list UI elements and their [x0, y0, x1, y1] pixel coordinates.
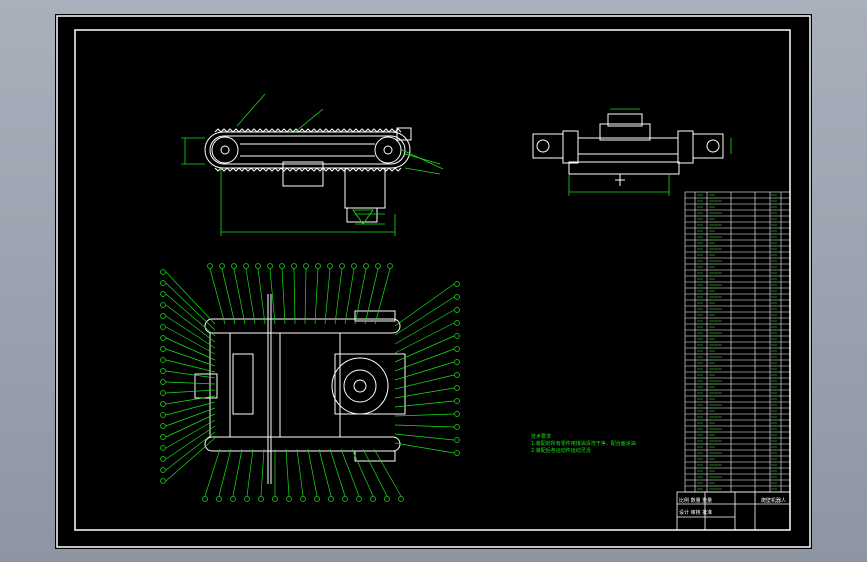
balloon-right	[454, 294, 460, 300]
balloon-left	[160, 379, 166, 385]
balloon-top	[327, 263, 333, 269]
balloon-bottom	[328, 496, 334, 502]
notes-line-2: 2.装配后各运动件运动灵活	[531, 447, 591, 454]
balloon-right	[454, 307, 460, 313]
balloon-right	[454, 424, 460, 430]
balloon-left	[160, 357, 166, 363]
balloon-top	[363, 263, 369, 269]
balloon-top	[351, 263, 357, 269]
assembly-drawing: 技术要求 1.装配前所有零件用煤油清洗干净，配合面涂油 2.装配后各运动件运动灵…	[56, 15, 811, 548]
balloon-left	[160, 280, 166, 286]
balloon-bottom	[258, 496, 264, 502]
part-balloons	[160, 263, 460, 502]
balloon-right	[454, 398, 460, 404]
balloon-top	[387, 263, 393, 269]
balloon-top	[231, 263, 237, 269]
balloon-right	[454, 372, 460, 378]
balloon-left	[160, 291, 166, 297]
balloon-left	[160, 445, 166, 451]
balloon-bottom	[286, 496, 292, 502]
balloon-top	[255, 263, 261, 269]
balloon-top	[243, 263, 249, 269]
balloon-left	[160, 335, 166, 341]
balloon-left	[160, 368, 166, 374]
signoff-row: 设计 审核 批准	[679, 509, 712, 516]
balloon-left	[160, 412, 166, 418]
balloon-top	[207, 263, 213, 269]
balloon-right	[454, 385, 460, 391]
balloon-right	[454, 346, 460, 352]
balloon-left	[160, 269, 166, 275]
balloon-bottom	[230, 496, 236, 502]
balloon-left	[160, 346, 166, 352]
balloon-top	[303, 263, 309, 269]
balloon-right	[454, 320, 460, 326]
balloon-right	[454, 333, 460, 339]
balloon-top	[375, 263, 381, 269]
drawing-title: 爬壁机器人	[761, 497, 786, 504]
balloon-top	[339, 263, 345, 269]
balloon-left	[160, 456, 166, 462]
balloon-right	[454, 281, 460, 287]
balloon-left	[160, 401, 166, 407]
drawing-border	[74, 29, 791, 531]
balloon-bottom	[356, 496, 362, 502]
balloon-left	[160, 478, 166, 484]
balloon-bottom	[384, 496, 390, 502]
side-view	[204, 127, 412, 223]
technical-notes: 技术要求 1.装配前所有零件用煤油清洗干净，配合面涂油 2.装配后各运动件运动灵…	[531, 433, 636, 454]
balloon-right	[454, 450, 460, 456]
balloon-left	[160, 313, 166, 319]
balloon-bottom	[314, 496, 320, 502]
balloon-left	[160, 302, 166, 308]
balloon-left	[160, 434, 166, 440]
balloon-bottom	[398, 496, 404, 502]
balloon-top	[291, 263, 297, 269]
side-view-dimensions	[181, 93, 444, 236]
notes-line-1: 1.装配前所有零件用煤油清洗干净，配合面涂油	[531, 440, 636, 447]
balloon-bottom	[202, 496, 208, 502]
cad-viewport[interactable]: 技术要求 1.装配前所有零件用煤油清洗干净，配合面涂油 2.装配后各运动件运动灵…	[55, 14, 812, 549]
notes-heading: 技术要求	[531, 433, 551, 440]
balloon-right	[454, 411, 460, 417]
top-view	[194, 294, 406, 484]
balloon-bottom	[342, 496, 348, 502]
balloon-top	[315, 263, 321, 269]
balloon-left	[160, 390, 166, 396]
balloon-bottom	[244, 496, 250, 502]
balloon-left	[160, 324, 166, 330]
title-block-text: 爬壁机器人 比例 数量 重量 设计 审核 批准	[679, 497, 786, 516]
balloon-top	[219, 263, 225, 269]
front-view-dimensions	[568, 108, 732, 196]
balloon-left	[160, 423, 166, 429]
balloon-right	[454, 437, 460, 443]
scale-row: 比例 数量 重量	[679, 497, 712, 504]
balloon-bottom	[300, 496, 306, 502]
balloon-bottom	[272, 496, 278, 502]
balloon-right	[454, 359, 460, 365]
balloon-bottom	[370, 496, 376, 502]
front-view	[532, 113, 724, 186]
balloon-top	[267, 263, 273, 269]
balloon-bottom	[216, 496, 222, 502]
balloon-left	[160, 467, 166, 473]
balloon-top	[279, 263, 285, 269]
bill-of-materials	[684, 191, 791, 493]
